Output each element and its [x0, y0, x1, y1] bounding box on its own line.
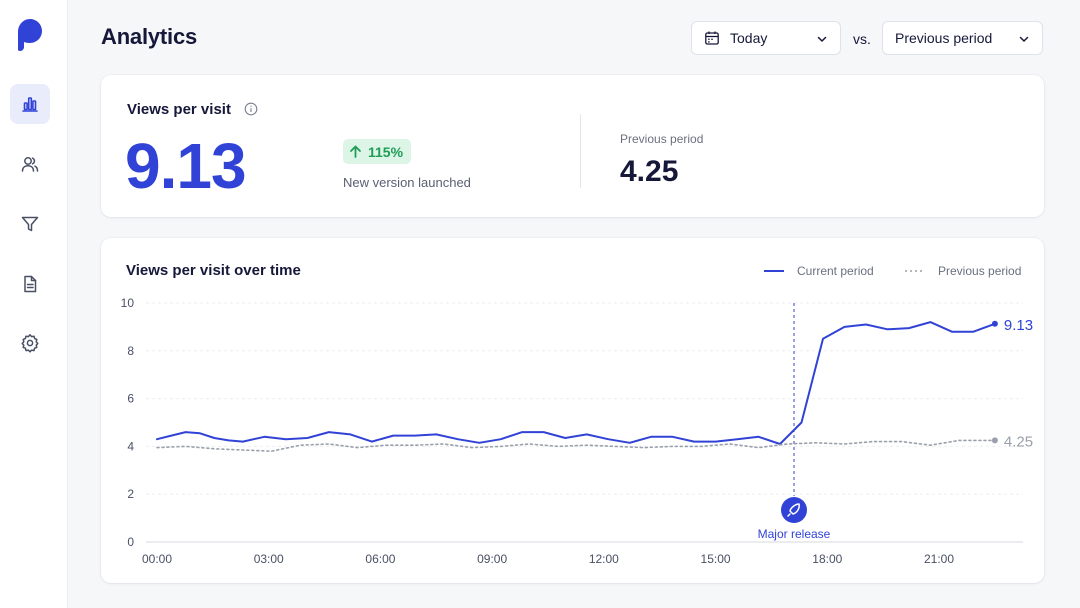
x-tick-label: 21:00 — [924, 552, 954, 566]
settings-icon — [21, 334, 39, 353]
x-tick-label: 03:00 — [254, 552, 284, 566]
chevron-down-icon — [1019, 36, 1029, 42]
x-tick-label: 12:00 — [589, 552, 619, 566]
sidebar-item-settings[interactable] — [10, 323, 50, 363]
y-tick-label: 4 — [127, 439, 134, 453]
y-tick-label: 8 — [127, 344, 134, 358]
calendar-icon — [705, 31, 719, 45]
document-icon — [24, 275, 37, 293]
arrow-up-icon — [350, 145, 361, 158]
series-current-line — [156, 321, 996, 445]
annotation-label: Major release — [758, 527, 831, 541]
date-range-select[interactable]: Today — [691, 21, 841, 55]
y-tick-label: 6 — [127, 392, 134, 406]
y-tick-label: 0 — [127, 535, 134, 549]
chevron-down-icon — [817, 36, 827, 42]
compare-range-value: Previous period — [895, 30, 993, 46]
change-value: 115% — [368, 143, 404, 160]
sidebar-item-funnels[interactable] — [10, 204, 50, 244]
filter-icon — [21, 216, 39, 232]
logo-icon[interactable] — [16, 18, 44, 52]
x-tick-label: 18:00 — [812, 552, 842, 566]
previous-period-value: 4.25 — [620, 155, 679, 188]
line-chart: 0 2 4 6 8 10 00:00 03:00 06:00 09:00 12:00 15:00 18:… — [121, 296, 1033, 566]
compare-range-select[interactable]: Previous period — [882, 21, 1043, 55]
kpi-label: Views per visit — [127, 101, 231, 118]
series-current-end-point — [991, 320, 998, 327]
kpi-note: New version launched — [343, 175, 471, 190]
chart-card: Views per visit over time Current period… — [101, 238, 1044, 583]
series-previous-end-point — [991, 437, 998, 444]
previous-period-label: Previous period — [620, 132, 704, 146]
x-tick-label: 00:00 — [142, 552, 172, 566]
y-tick-label: 10 — [121, 296, 135, 310]
date-range-value: Today — [730, 30, 768, 46]
users-icon — [21, 157, 39, 172]
x-tick-label: 15:00 — [701, 552, 731, 566]
divider — [580, 114, 581, 188]
x-tick-label: 09:00 — [477, 552, 507, 566]
kpi-card: Views per visit 9.13 115% New version la… — [101, 75, 1044, 217]
vs-label: vs. — [853, 31, 871, 47]
sidebar — [0, 0, 68, 608]
sidebar-item-users[interactable] — [10, 144, 50, 184]
info-icon[interactable] — [244, 102, 258, 116]
page-title: Analytics — [101, 24, 198, 49]
series-previous-end-label: 4.25 — [1004, 433, 1033, 450]
kpi-value: 9.13 — [125, 130, 247, 202]
annotation-marker — [781, 497, 807, 523]
bar-chart-icon — [22, 97, 38, 112]
series-current-end-label: 9.13 — [1004, 317, 1033, 334]
change-badge: 115% — [343, 139, 412, 164]
sidebar-item-reports[interactable] — [10, 264, 50, 304]
x-tick-label: 06:00 — [365, 552, 395, 566]
series-previous-line — [156, 439, 996, 452]
sidebar-item-analytics[interactable] — [10, 84, 50, 124]
y-tick-label: 2 — [127, 487, 134, 501]
